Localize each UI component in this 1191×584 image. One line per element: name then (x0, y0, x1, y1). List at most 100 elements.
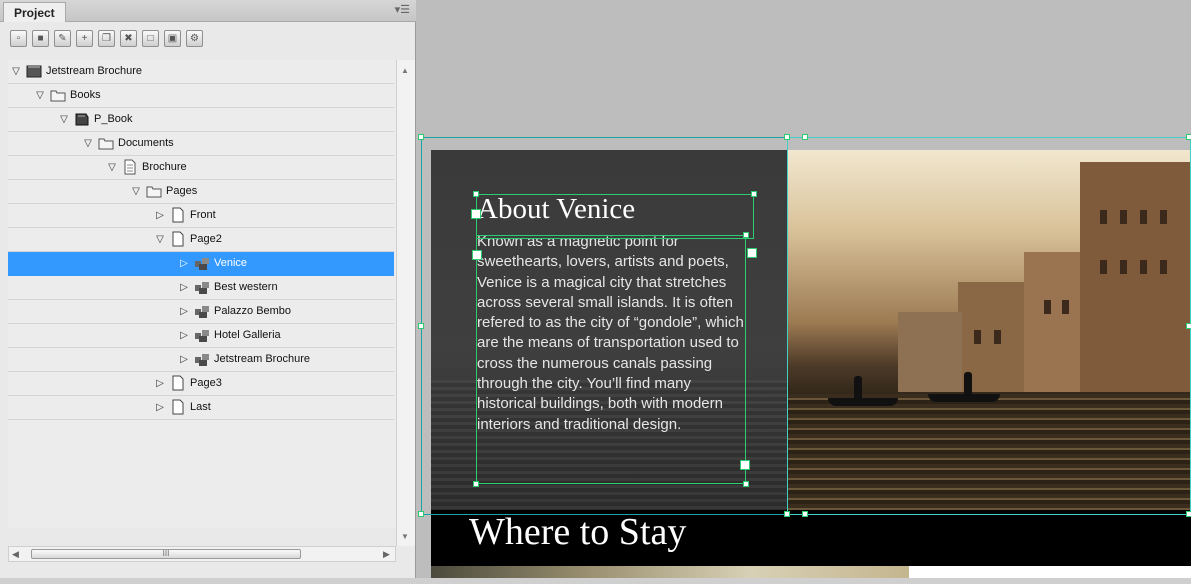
page-icon (170, 231, 186, 247)
open-button[interactable]: ▫ (10, 30, 27, 47)
preview-button[interactable]: ▣ (164, 30, 181, 47)
resize-handle[interactable] (784, 511, 790, 517)
tree-item-hotel-galleria[interactable]: ▷ Hotel Galleria (8, 324, 394, 348)
resize-handle[interactable] (802, 511, 808, 517)
tree-item-front[interactable]: ▷ Front (8, 204, 394, 228)
tree-item-pages[interactable]: ▽ Pages (8, 180, 394, 204)
venice-canal-photo[interactable] (788, 150, 1191, 510)
resize-handle[interactable] (1186, 134, 1191, 140)
add-button[interactable]: + (76, 30, 93, 47)
project-panel: Project ▾☰ ▫ ■ ✎ + ❐ ✖ □ ▣ ⚙ ▽ Jetstream Brochure… (0, 0, 416, 584)
tab-project[interactable]: Project (3, 2, 66, 22)
resize-handle[interactable] (418, 511, 424, 517)
folder-icon (146, 183, 162, 199)
tree-item-label: Documents (118, 137, 174, 149)
component-icon (194, 255, 210, 271)
tree-item-label: Page2 (190, 233, 222, 245)
save-button[interactable]: ■ (32, 30, 49, 47)
collapse-icon[interactable]: ▽ (58, 114, 70, 126)
expand-icon[interactable]: ▷ (178, 258, 190, 270)
tree-item-label: Hotel Galleria (214, 329, 281, 341)
settings-button[interactable]: ⚙ (186, 30, 203, 47)
frame-port-handle[interactable] (471, 209, 481, 219)
resize-handle[interactable] (751, 191, 757, 197)
tree-item-p-book[interactable]: ▽ P_Book (8, 108, 394, 132)
collapse-icon[interactable]: ▽ (82, 138, 94, 150)
edit-button[interactable]: ✎ (54, 30, 71, 47)
resize-handle[interactable] (743, 232, 749, 238)
tree-item-jetstream-brochure[interactable]: ▷ Jetstream Brochure (8, 348, 394, 372)
tree-item-jetstream-brochure[interactable]: ▽ Jetstream Brochure (8, 60, 394, 84)
horizontal-scroll-thumb[interactable]: III (31, 549, 301, 559)
collapse-icon[interactable]: ▽ (154, 234, 166, 246)
expand-icon[interactable]: ▷ (178, 330, 190, 342)
window (1120, 260, 1127, 274)
book-icon (74, 111, 90, 127)
document-page: About Venice Known as a magnetic point f… (431, 150, 1191, 578)
window (1140, 260, 1147, 274)
tree-item-documents[interactable]: ▽ Documents (8, 132, 394, 156)
status-strip (0, 578, 1191, 584)
tree-item-brochure[interactable]: ▽ Brochure (8, 156, 394, 180)
scroll-up-icon[interactable]: ▲ (401, 66, 409, 75)
resize-handle[interactable] (1186, 323, 1191, 329)
window (1100, 260, 1107, 274)
frame-port-handle[interactable] (747, 248, 757, 258)
about-venice-heading[interactable]: About Venice (477, 193, 635, 226)
blank-page-button[interactable]: □ (142, 30, 159, 47)
scroll-right-icon[interactable]: ▶ (383, 549, 390, 560)
resize-handle[interactable] (473, 191, 479, 197)
white-area (909, 566, 1191, 578)
tree-item-books[interactable]: ▽ Books (8, 84, 394, 108)
tree-item-label: Books (70, 89, 101, 101)
page-icon (170, 399, 186, 415)
tree-item-page3[interactable]: ▷ Page3 (8, 372, 394, 396)
window (1044, 300, 1051, 314)
gondola (928, 394, 1000, 402)
resize-handle[interactable] (743, 481, 749, 487)
tree-item-label: P_Book (94, 113, 133, 125)
resize-handle[interactable] (418, 134, 424, 140)
where-to-stay-heading[interactable]: Where to Stay (469, 510, 686, 554)
building (1024, 252, 1084, 392)
duplicate-button[interactable]: ❐ (98, 30, 115, 47)
expand-icon[interactable]: ▷ (178, 306, 190, 318)
tree-item-page2[interactable]: ▽ Page2 (8, 228, 394, 252)
collapse-icon[interactable]: ▽ (10, 66, 22, 78)
document-icon (122, 159, 138, 175)
resize-handle[interactable] (418, 323, 424, 329)
window (1100, 210, 1107, 224)
tree-vertical-scrollbar[interactable]: ▲ ▼ (396, 60, 415, 546)
expand-icon[interactable]: ▷ (154, 378, 166, 390)
tree-horizontal-scrollbar[interactable]: ◀ III ▶ (8, 546, 396, 562)
window (1160, 210, 1167, 224)
resize-handle[interactable] (802, 134, 808, 140)
collapse-icon[interactable]: ▽ (106, 162, 118, 174)
tree-item-best-western[interactable]: ▷ Best western (8, 276, 394, 300)
tree-item-last[interactable]: ▷ Last (8, 396, 394, 420)
resize-handle[interactable] (473, 481, 479, 487)
tree-item-label: Last (190, 401, 211, 413)
resize-handle[interactable] (1186, 511, 1191, 517)
expand-icon[interactable]: ▷ (178, 282, 190, 294)
tree-item-label: Page3 (190, 377, 222, 389)
scroll-down-icon[interactable]: ▼ (401, 532, 409, 541)
page-icon (170, 207, 186, 223)
collapse-icon[interactable]: ▽ (34, 90, 46, 102)
delete-button[interactable]: ✖ (120, 30, 137, 47)
window (1160, 260, 1167, 274)
frame-port-handle[interactable] (740, 460, 750, 470)
collapse-icon[interactable]: ▽ (130, 186, 142, 198)
scroll-left-icon[interactable]: ◀ (12, 549, 19, 560)
panel-menu-icon[interactable]: ▾☰ (395, 3, 410, 16)
expand-icon[interactable]: ▷ (178, 354, 190, 366)
resize-handle[interactable] (784, 134, 790, 140)
tree-item-palazzo-bembo[interactable]: ▷ Palazzo Bembo (8, 300, 394, 324)
delete-icon: ✖ (124, 33, 133, 44)
project-icon (26, 63, 42, 79)
expand-icon[interactable]: ▷ (154, 402, 166, 414)
expand-icon[interactable]: ▷ (154, 210, 166, 222)
tree-item-venice[interactable]: ▷ Venice (8, 252, 394, 276)
frame-port-handle[interactable] (472, 250, 482, 260)
about-venice-body[interactable]: Known as a magnetic point for sweetheart… (477, 232, 749, 435)
